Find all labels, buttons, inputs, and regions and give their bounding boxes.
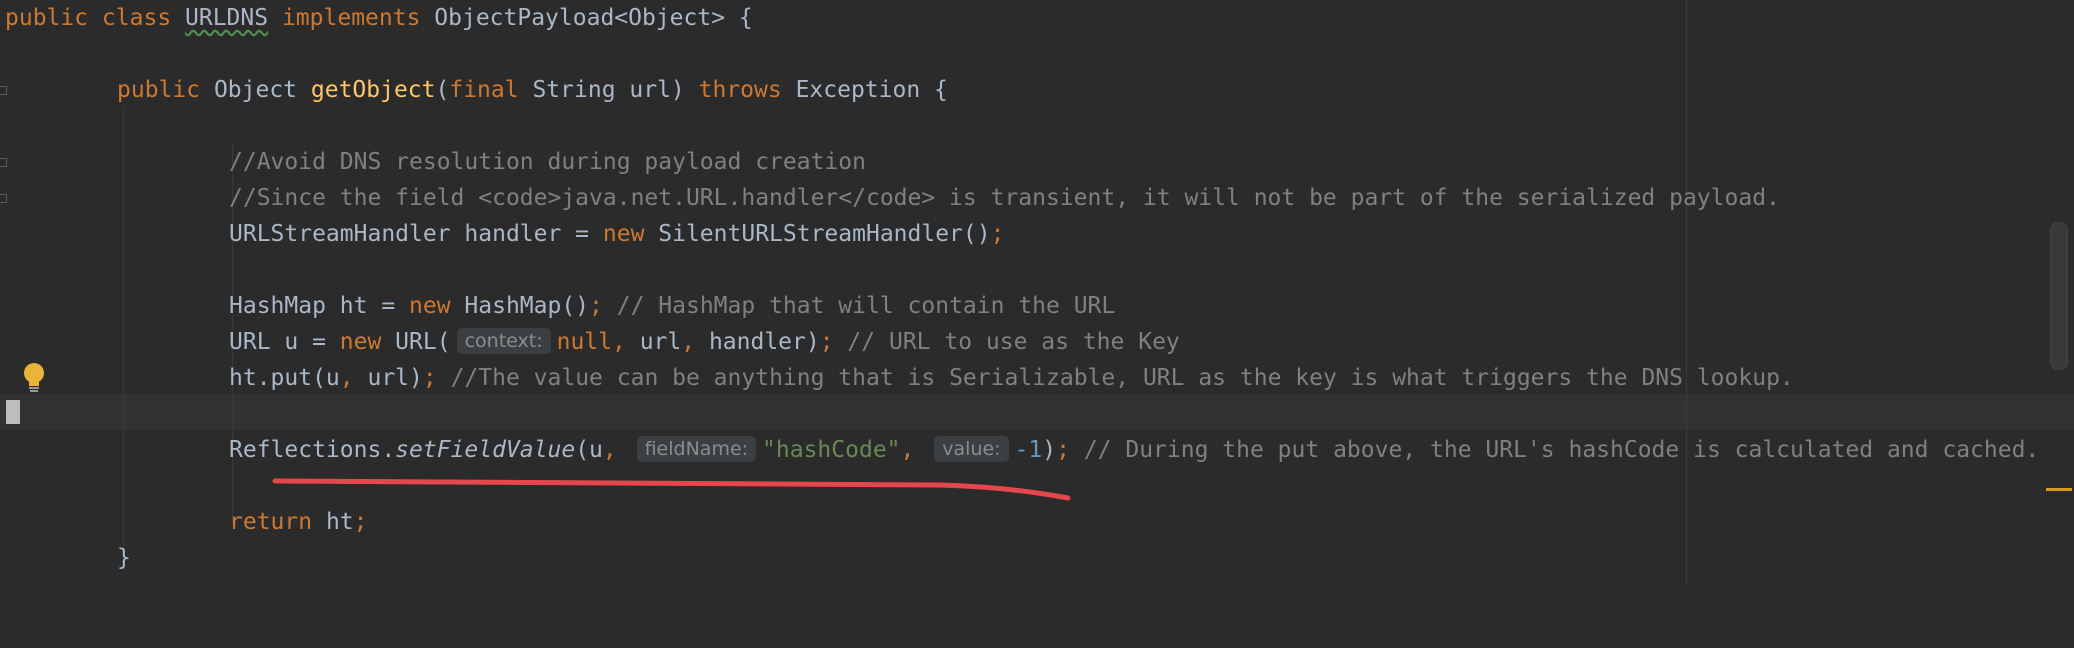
code-editor[interactable]: public class URLDNS implements ObjectPay… <box>0 0 2074 584</box>
annotation-underline <box>272 478 1071 501</box>
warning-stripe-marker[interactable] <box>2046 488 2072 491</box>
lightbulb-icon[interactable] <box>22 362 46 394</box>
text-caret <box>6 400 20 424</box>
vertical-scrollbar[interactable] <box>2050 222 2068 370</box>
